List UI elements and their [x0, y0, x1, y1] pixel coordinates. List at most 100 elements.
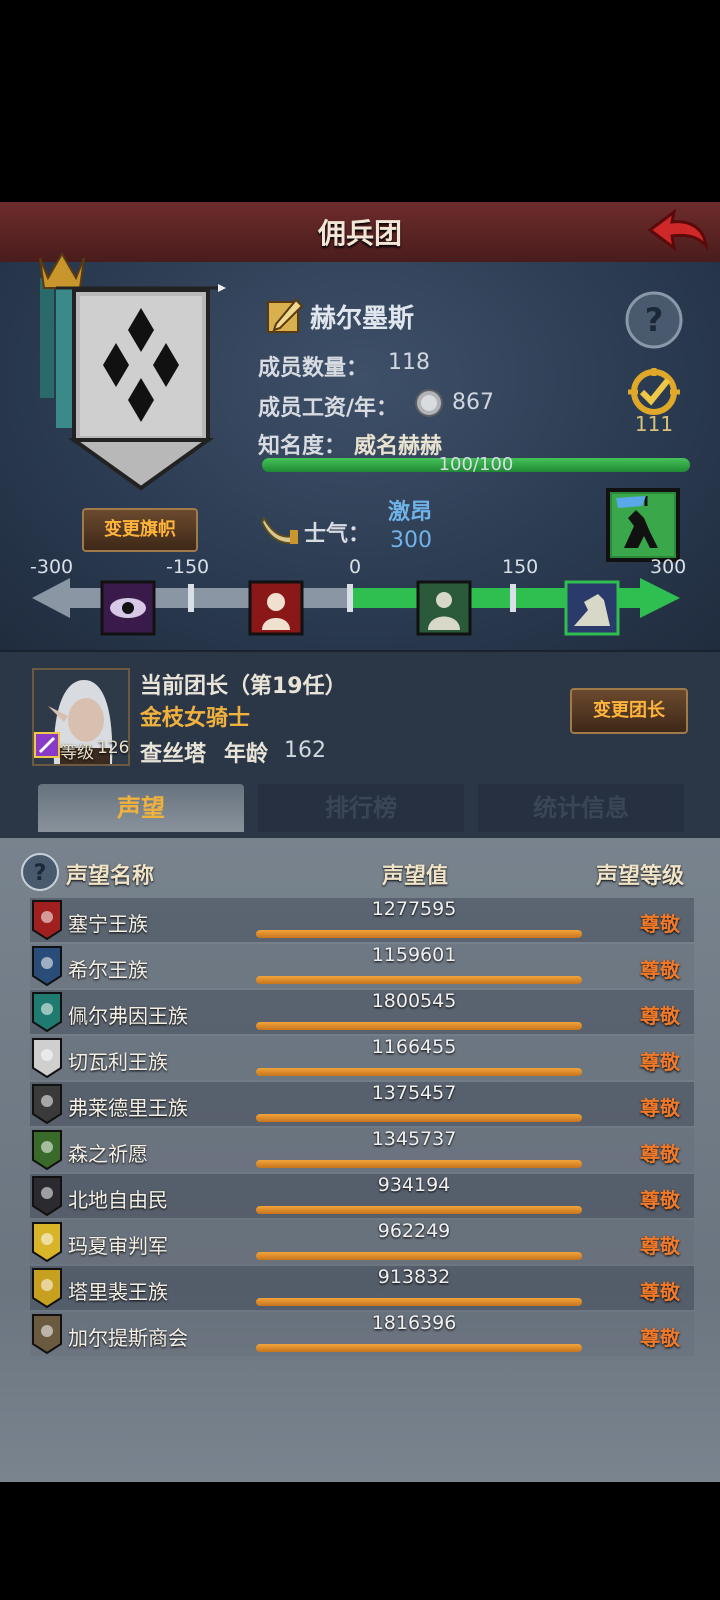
table-row[interactable]: 塞宁王族 1277595 尊敬	[30, 898, 694, 942]
column-header-name: 声望名称	[66, 864, 155, 889]
reputation-name: 弗莱德里王族	[68, 1096, 188, 1120]
reputation-value: 1277595	[371, 898, 457, 920]
reputation-level: 尊敬	[640, 1142, 680, 1166]
reputation-progress-bar	[256, 1022, 582, 1030]
red-crest-icon	[32, 900, 62, 940]
reputation-level: 尊敬	[640, 1188, 680, 1212]
leader-name: 查丝塔	[140, 742, 207, 767]
charge-flag-icon[interactable]	[606, 488, 680, 562]
page-title: 佣兵团	[317, 217, 402, 250]
svg-text:?: ?	[34, 861, 47, 886]
reputation-progress-bar	[256, 930, 582, 938]
reputation-value: 1345737	[371, 1128, 457, 1150]
morale-calm-icon[interactable]	[416, 580, 472, 636]
salary-label: 成员工资/年：	[258, 396, 399, 421]
salary-value: 867	[452, 390, 494, 415]
reputation-name: 森之祈愿	[68, 1142, 148, 1166]
reputation-progress-bar	[256, 1344, 582, 1352]
reputation-name: 塔里裴王族	[68, 1280, 168, 1304]
tab-ranking[interactable]: 排行榜	[258, 784, 464, 832]
table-row[interactable]: 塔里裴王族 913832 尊敬	[30, 1266, 694, 1310]
morale-inspired-icon[interactable]	[564, 580, 620, 636]
reputation-level: 尊敬	[640, 1280, 680, 1304]
column-header-level: 声望等级	[596, 864, 685, 889]
yellow-star-crest-icon	[32, 1222, 62, 1262]
scale-tick-label: -150	[166, 556, 210, 578]
reputation-value: 962249	[377, 1220, 451, 1242]
dark-face-crest-icon	[32, 1084, 62, 1124]
change-leader-button[interactable]: 变更团长	[570, 688, 688, 734]
reputation-name: 加尔提斯商会	[68, 1326, 188, 1350]
reputation-name: 玛夏审判军	[68, 1234, 168, 1258]
reputation-value: 1159601	[371, 944, 457, 966]
leader-level-value: 126	[97, 738, 130, 758]
reputation-value: 1816396	[371, 1312, 457, 1334]
reputation-level: 尊敬	[640, 1004, 680, 1028]
medal-count: 111	[634, 412, 674, 436]
chest-crest-icon	[32, 1314, 62, 1354]
table-row[interactable]: 佩尔弗因王族 1800545 尊敬	[30, 990, 694, 1034]
scale-tick-label: 0	[349, 556, 362, 578]
reputation-value: 1800545	[371, 990, 457, 1012]
table-row[interactable]: 希尔王族 1159601 尊敬	[30, 944, 694, 988]
teal-moon-crest-icon	[32, 992, 62, 1032]
reputation-progress-bar	[256, 976, 582, 984]
reputation-level: 尊敬	[640, 958, 680, 982]
leader-level-label: 等级	[60, 743, 94, 763]
table-row[interactable]: 切瓦利王族 1166455 尊敬	[30, 1036, 694, 1080]
tab-reputation[interactable]: 声望	[38, 784, 244, 832]
tree-crest-icon	[32, 1130, 62, 1170]
tab-statistics[interactable]: 统计信息	[478, 784, 684, 832]
morale-horn-icon	[260, 515, 300, 545]
edit-name-icon[interactable]	[266, 296, 304, 334]
change-flag-button[interactable]: 变更旗帜	[82, 508, 198, 552]
scales-crest-icon	[32, 1038, 62, 1078]
guild-name: 赫尔墨斯	[310, 304, 415, 334]
morale-fear-icon[interactable]	[248, 580, 304, 636]
table-row[interactable]: 北地自由民 934194 尊敬	[30, 1174, 694, 1218]
morale-state: 激昂	[388, 500, 433, 525]
reputation-progress-bar	[256, 1298, 582, 1306]
fame-progress-text: 100/100	[438, 454, 514, 475]
reputation-progress-bar	[256, 1206, 582, 1214]
leader-age-value: 162	[284, 738, 326, 763]
class-badge-icon	[34, 732, 60, 758]
members-label: 成员数量：	[258, 356, 369, 381]
table-row[interactable]: 加尔提斯商会 1816396 尊敬	[30, 1312, 694, 1356]
reputation-name: 塞宁王族	[68, 912, 148, 936]
morale-label: 士气：	[304, 522, 371, 547]
axe-crest-icon	[32, 1176, 62, 1216]
scale-tick-label: 300	[650, 556, 687, 578]
reputation-progress-bar	[256, 1160, 582, 1168]
morale-value: 300	[390, 528, 432, 553]
back-arrow-icon[interactable]	[646, 206, 710, 256]
column-header-value: 声望值	[382, 864, 449, 889]
blue-crest-icon	[32, 946, 62, 986]
reputation-progress-bar	[256, 1114, 582, 1122]
reputation-level: 尊敬	[640, 1096, 680, 1120]
guild-banner-icon	[39, 252, 226, 491]
members-value: 118	[388, 350, 430, 375]
help-icon[interactable]: ?	[20, 852, 60, 892]
reputation-progress-bar	[256, 1252, 582, 1260]
morale-despair-icon[interactable]	[100, 580, 156, 636]
scale-tick-label: 150	[502, 556, 539, 578]
reputation-level: 尊敬	[640, 1050, 680, 1074]
svg-text:?: ?	[645, 301, 664, 339]
reputation-level: 尊敬	[640, 1326, 680, 1350]
leader-rank: 金枝女骑士	[140, 706, 251, 731]
help-icon[interactable]: ?	[624, 290, 684, 350]
silver-coin-icon	[415, 389, 443, 417]
yellow-crown-crest-icon	[32, 1268, 62, 1308]
reputation-name: 北地自由民	[68, 1188, 168, 1212]
reputation-progress-bar	[256, 1068, 582, 1076]
reputation-value: 1375457	[371, 1082, 457, 1104]
reputation-name: 希尔王族	[68, 958, 148, 982]
reputation-value: 934194	[377, 1174, 451, 1196]
table-row[interactable]: 玛夏审判军 962249 尊敬	[30, 1220, 694, 1264]
table-row[interactable]: 弗莱德里王族 1375457 尊敬	[30, 1082, 694, 1126]
table-row[interactable]: 森之祈愿 1345737 尊敬	[30, 1128, 694, 1172]
reputation-level: 尊敬	[640, 912, 680, 936]
reputation-name: 佩尔弗因王族	[68, 1004, 188, 1028]
reputation-level: 尊敬	[640, 1234, 680, 1258]
